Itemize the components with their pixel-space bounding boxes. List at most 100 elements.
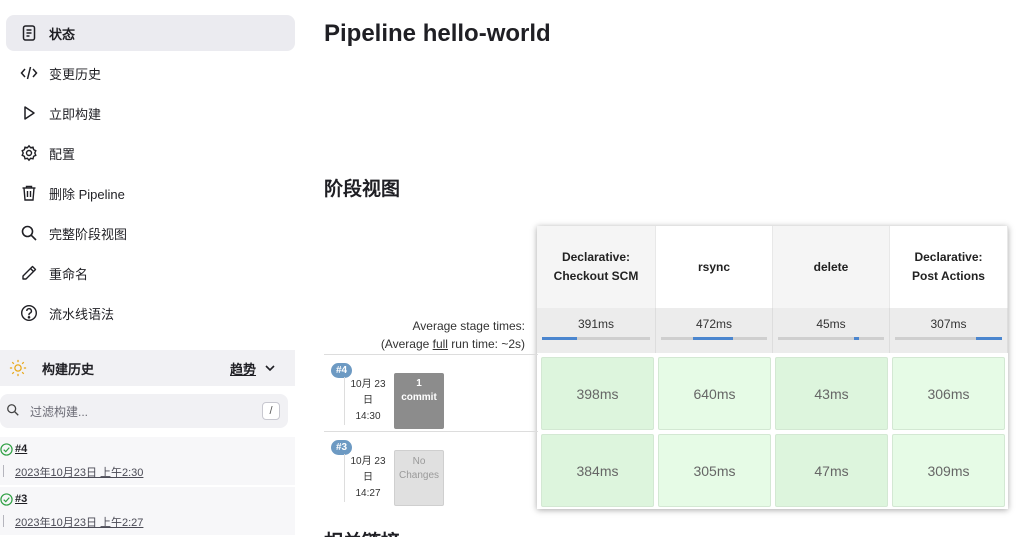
chevron-down-icon[interactable]	[262, 360, 278, 376]
sun-icon	[6, 356, 30, 380]
stage-average-time: 45ms	[816, 317, 846, 331]
run-divider	[344, 377, 345, 425]
avg-full-runtime: (Average full run time: ~2s)	[381, 335, 525, 353]
full-runtime-link[interactable]: full	[433, 337, 448, 351]
sidebar-item-full-stage-view[interactable]: 完整阶段视图	[6, 215, 295, 251]
sidebar-item-label: 流水线语法	[49, 306, 115, 322]
changes-count: No	[412, 456, 426, 467]
run-date-line: 10月 23	[350, 456, 386, 467]
page-title: Pipeline hello-world	[324, 20, 551, 47]
changes-box: No Changes	[394, 450, 444, 506]
average-progress	[895, 337, 1002, 340]
pencil-icon	[17, 261, 41, 285]
build-history-title: 构建历史	[42, 361, 95, 377]
changes-count: 1	[416, 378, 422, 389]
build-row[interactable]: #3 2023年10月23日 上午2:27	[0, 487, 295, 535]
related-links-title: 相关链接	[324, 527, 400, 537]
changes-box[interactable]: 1 commit	[394, 373, 444, 429]
build-date-link[interactable]: 2023年10月23日 上午2:30	[15, 464, 143, 480]
play-icon	[17, 101, 41, 125]
stage-average-cell: 45ms	[773, 308, 890, 353]
sidebar: 状态 变更历史 立即构建 配置 删除 Pipeline 完整阶段视图 重命名 流…	[0, 0, 302, 537]
run-badge[interactable]: #3	[331, 440, 353, 455]
run-date-line: 10月 23	[350, 379, 386, 390]
run-date: 10月 23 日 14:30	[348, 377, 388, 425]
stage-average-time: 391ms	[577, 317, 615, 331]
sidebar-item-delete[interactable]: 删除 Pipeline	[6, 175, 295, 211]
stage-cell[interactable]: 43ms	[775, 357, 888, 430]
stage-average-time: 472ms	[695, 317, 733, 331]
build-number-link[interactable]: #4	[15, 443, 27, 455]
average-progress	[661, 337, 767, 340]
run-row: #4 10月 23 日 14:30 1 commit	[324, 354, 538, 430]
sidebar-item-build-now[interactable]: 立即构建	[6, 95, 295, 131]
changes-label: Changes	[398, 470, 440, 481]
timeline-divider	[3, 465, 4, 477]
stage-cell[interactable]: 398ms	[541, 357, 654, 430]
average-progress-fill	[692, 337, 734, 340]
stage-average-cell: 472ms	[656, 308, 773, 353]
search-icon	[6, 403, 22, 419]
sidebar-item-label: 立即构建	[49, 106, 102, 122]
stage-cell[interactable]: 309ms	[892, 434, 1005, 507]
average-progress-fill	[976, 337, 1002, 340]
stage-view-title: 阶段视图	[324, 179, 401, 200]
gear-icon	[17, 141, 41, 165]
code-icon	[17, 61, 41, 85]
stage-cell[interactable]: 306ms	[892, 357, 1005, 430]
avg-full-prefix: (Average	[380, 337, 433, 351]
success-icon	[0, 443, 13, 456]
run-row: #3 10月 23 日 14:27 No Changes	[324, 431, 538, 507]
sidebar-item-status[interactable]: 状态	[6, 15, 295, 51]
sidebar-item-pipeline-syntax[interactable]: 流水线语法	[6, 295, 295, 331]
build-history-header: 构建历史 趋势	[0, 350, 295, 386]
run-time: 14:27	[355, 488, 381, 499]
sidebar-item-label: 重命名	[49, 266, 89, 282]
average-progress	[778, 337, 884, 340]
stage-cell[interactable]: 305ms	[658, 434, 771, 507]
run-date-line: 日	[363, 395, 373, 406]
stage-average-cell: 307ms	[890, 308, 1008, 353]
trash-icon	[17, 181, 41, 205]
run-date: 10月 23 日 14:27	[348, 454, 388, 502]
keyboard-shortcut-badge: /	[262, 402, 280, 420]
run-date-line: 日	[363, 472, 373, 483]
average-stage-times: Average stage times: (Average full run t…	[381, 317, 525, 353]
build-number-link[interactable]: #3	[15, 493, 27, 505]
sidebar-item-configure[interactable]: 配置	[6, 135, 295, 171]
sidebar-item-label: 完整阶段视图	[49, 226, 128, 242]
build-row[interactable]: #4 2023年10月23日 上午2:30	[0, 437, 295, 485]
sidebar-item-label: 删除 Pipeline	[49, 186, 125, 202]
sidebar-item-label: 状态	[49, 26, 76, 42]
stage-cell[interactable]: 640ms	[658, 357, 771, 430]
sidebar-item-label: 配置	[49, 146, 76, 162]
stage-header: Declarative: Post Actions	[890, 226, 1008, 308]
stage-cell[interactable]: 384ms	[541, 434, 654, 507]
sidebar-item-changes[interactable]: 变更历史	[6, 55, 295, 91]
search-icon	[17, 221, 41, 245]
document-icon	[17, 21, 41, 45]
sidebar-item-label: 变更历史	[49, 66, 102, 82]
run-badge[interactable]: #4	[331, 363, 353, 378]
run-time: 14:30	[355, 411, 381, 422]
stage-cell[interactable]: 47ms	[775, 434, 888, 507]
stage-header: delete	[773, 226, 890, 308]
trend-link[interactable]: 趋势	[230, 359, 256, 378]
average-progress-fill	[542, 337, 577, 340]
filter-placeholder: 过滤构建...	[30, 404, 89, 419]
changes-label: commit	[401, 392, 437, 403]
average-progress	[542, 337, 650, 340]
avg-label: Average stage times:	[412, 319, 525, 333]
stage-average-cell: 391ms	[537, 308, 656, 353]
build-date-link[interactable]: 2023年10月23日 上午2:27	[15, 514, 143, 530]
stage-view-table: Declarative: Checkout SCM rsync delete D…	[537, 226, 1008, 509]
build-filter-input[interactable]: 过滤构建... /	[0, 394, 288, 428]
stage-header: Declarative: Checkout SCM	[537, 226, 656, 308]
avg-full-suffix: run time: ~2s)	[447, 337, 525, 351]
success-icon	[0, 493, 13, 506]
average-progress-fill	[854, 337, 859, 340]
sidebar-item-rename[interactable]: 重命名	[6, 255, 295, 291]
stage-header: rsync	[656, 226, 773, 308]
stage-average-time: 307ms	[930, 317, 967, 331]
timeline-divider	[3, 515, 4, 527]
